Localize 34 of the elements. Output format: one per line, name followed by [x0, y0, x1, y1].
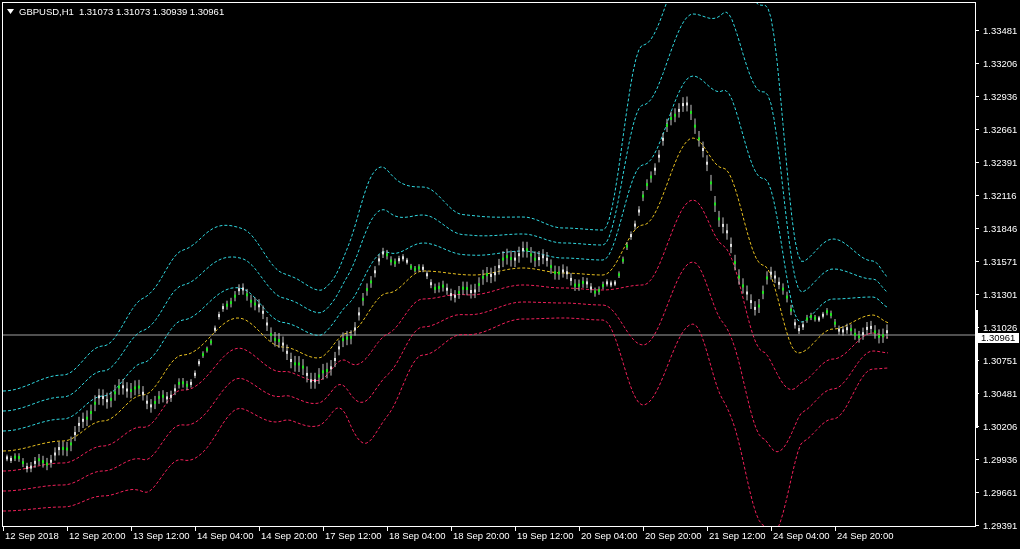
price-label: 1.31571: [983, 255, 1018, 267]
time-label: 24 Sep 20:00: [835, 527, 899, 541]
time-label: 18 Sep 04:00: [387, 527, 451, 541]
price-label: 1.31026: [983, 321, 1018, 333]
time-label: 14 Sep 04:00: [195, 527, 259, 541]
time-label: 20 Sep 04:00: [579, 527, 643, 541]
time-label: 24 Sep 04:00: [771, 527, 835, 541]
price-label: 1.29391: [983, 519, 1018, 531]
ohlc-quotes: 1.31073 1.31073 1.30939 1.30961: [78, 6, 225, 17]
price-label: 1.31846: [983, 222, 1018, 234]
time-label: 17 Sep 12:00: [323, 527, 387, 541]
time-label: 14 Sep 20:00: [259, 527, 323, 541]
price-label: 1.32936: [983, 90, 1018, 102]
price-label: 1.33481: [983, 24, 1018, 36]
time-label: 12 Sep 2018: [3, 527, 67, 541]
time-label: 13 Sep 12:00: [131, 527, 195, 541]
dropdown-caret-icon[interactable]: [7, 9, 14, 14]
time-label: 20 Sep 20:00: [643, 527, 707, 541]
current-price-label: 1.30961: [978, 333, 1020, 343]
price-label: 1.29936: [983, 453, 1018, 465]
price-label: 1.29661: [983, 486, 1018, 498]
time-label: 19 Sep 12:00: [515, 527, 579, 541]
price-label: 1.30481: [983, 387, 1018, 399]
price-label: 1.30751: [983, 354, 1018, 366]
price-label: 1.32661: [983, 123, 1018, 135]
price-label: 1.30206: [983, 420, 1018, 432]
time-label: 12 Sep 20:00: [67, 527, 131, 541]
time-label: 18 Sep 20:00: [451, 527, 515, 541]
price-label: 1.31301: [983, 288, 1018, 300]
price-label: 1.33206: [983, 57, 1018, 69]
time-label: 21 Sep 12:00: [707, 527, 771, 541]
price-label: 1.32116: [983, 189, 1017, 201]
chart-symbol: GBPUSD,H1: [19, 6, 74, 17]
price-label: 1.32391: [983, 156, 1018, 168]
